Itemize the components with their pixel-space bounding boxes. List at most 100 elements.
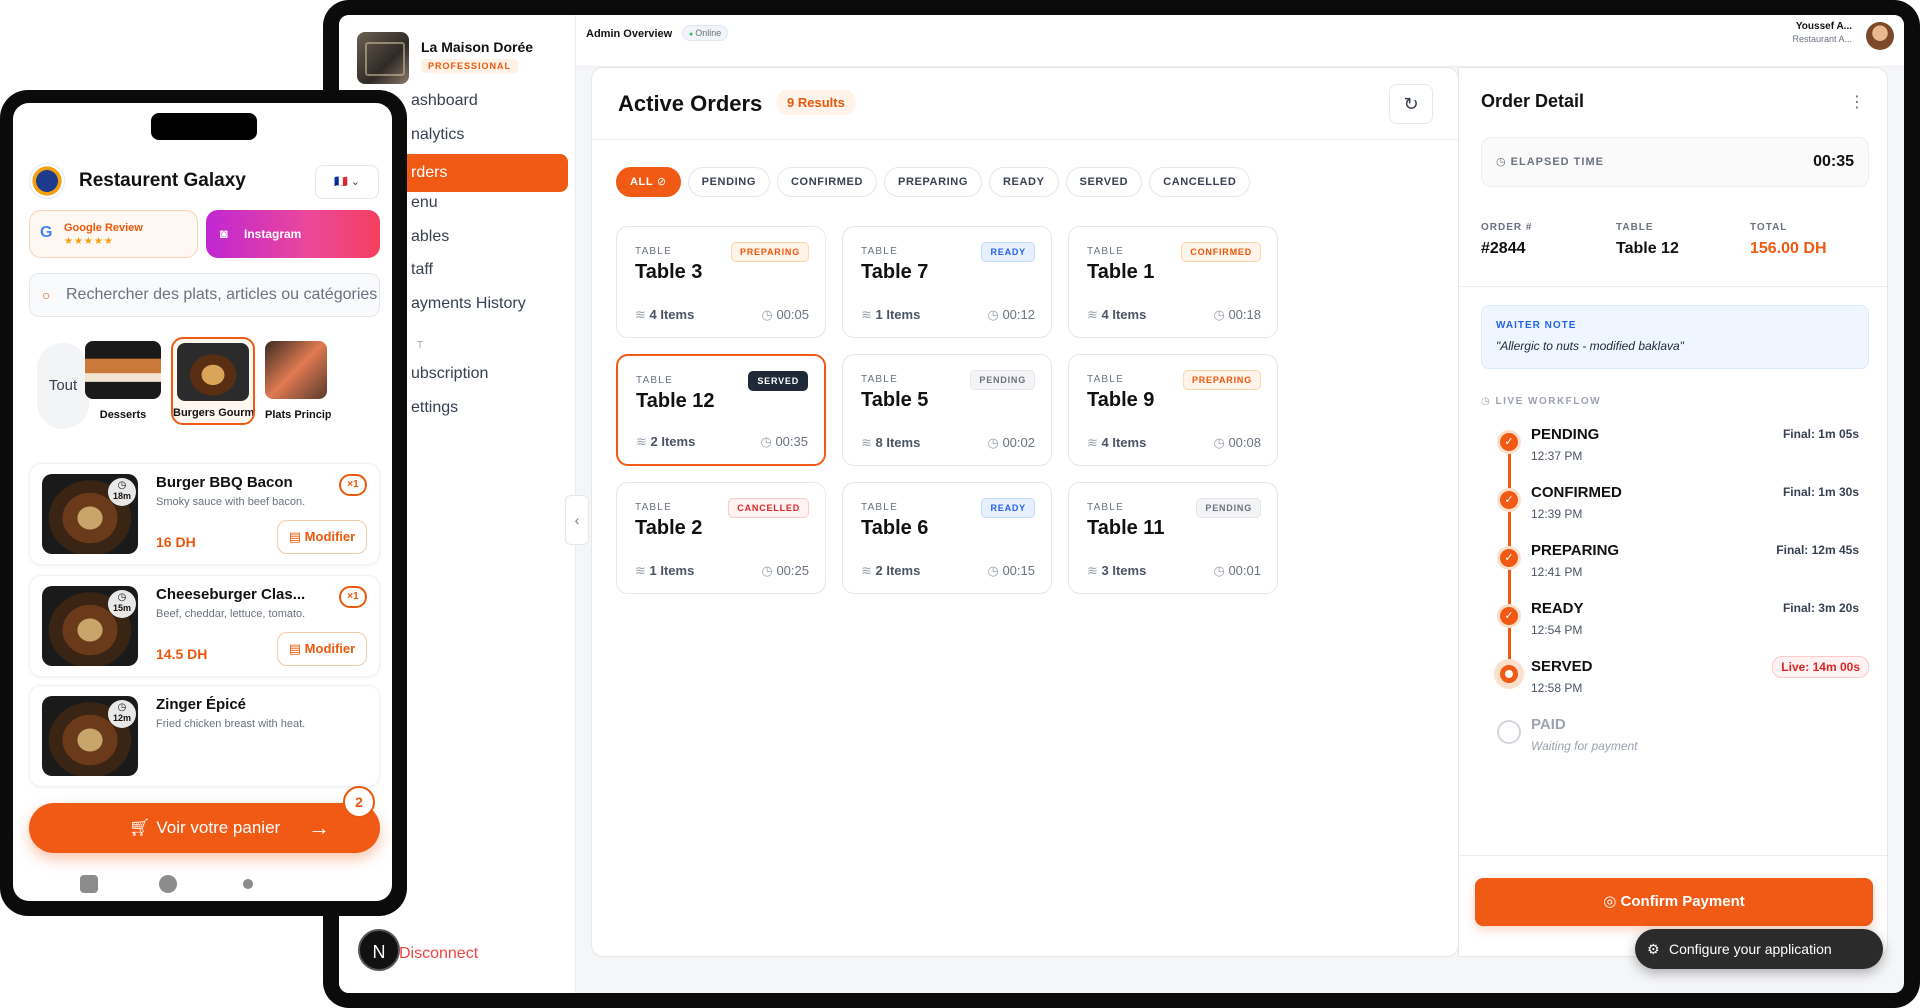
waiter-note-text: "Allergic to nuts - modified baklava" (1496, 339, 1684, 353)
menu-item-card[interactable]: 15m Cheeseburger Clas... Beef, cheddar, le… (29, 575, 380, 677)
items-count: 4 Items (635, 307, 695, 323)
status-dot-icon (1497, 662, 1521, 686)
google-review-button[interactable]: G Google Review ★★★★★ (29, 210, 198, 258)
restaurant-name: Restaurent Galaxy (79, 170, 246, 191)
quantity-badge: ×1 (339, 586, 367, 608)
filter-preparing[interactable]: PREPARING (884, 167, 982, 197)
status-badge: PREPARING (730, 242, 809, 262)
plan-badge: PROFESSIONAL (421, 59, 519, 73)
status-badge: CANCELLED (728, 498, 809, 518)
status-badge: Online (682, 25, 729, 41)
category-label: Burgers Gourmet (173, 407, 253, 419)
category-burgers-gourmet[interactable]: Burgers Gourmet (171, 337, 255, 425)
language-selector[interactable]: 🇫🇷 ⌄ (315, 165, 379, 199)
items-count: 1 Items (635, 563, 695, 579)
search-input[interactable]: ○ Rechercher des plats, articles ou caté… (29, 273, 380, 317)
table-name: Table 11 (1087, 517, 1165, 539)
items-count: 4 Items (1087, 307, 1147, 323)
view-cart-button[interactable]: 🛒︎ Voir votre panier → (29, 803, 380, 853)
order-card[interactable]: TABLE Table 7 READY 1 Items 00:12 (842, 226, 1052, 338)
user-menu[interactable]: Youssef A... Restaurant A... (1792, 21, 1852, 44)
modify-button[interactable]: Modifier (277, 632, 367, 666)
order-card[interactable]: TABLE Table 2 CANCELLED 1 Items 00:25 (616, 482, 826, 594)
divider (1459, 286, 1887, 287)
home-button[interactable] (159, 875, 177, 893)
check-circle-icon: ✓ (1497, 546, 1521, 570)
recent-apps-button[interactable] (80, 875, 98, 893)
filter-served[interactable]: SERVED (1065, 167, 1143, 197)
more-options-icon[interactable]: ⋮ (1849, 92, 1865, 112)
filter-pending[interactable]: PENDING (687, 167, 770, 197)
table-label: TABLE (635, 502, 672, 513)
workflow-step-time: 12:39 PM (1531, 507, 1583, 521)
search-placeholder: Rechercher des plats, articles ou catégo… (66, 286, 378, 303)
user-avatar-n[interactable]: N (358, 929, 400, 971)
order-card[interactable]: TABLE Table 9 PREPARING 4 Items 00:08 (1068, 354, 1278, 466)
configure-application-button[interactable]: Configure your application (1635, 929, 1883, 969)
confirm-payment-button[interactable]: Confirm Payment (1475, 878, 1873, 926)
order-card[interactable]: TABLE Table 6 READY 2 Items 00:15 (842, 482, 1052, 594)
workflow-step-time: 12:58 PM (1531, 681, 1583, 695)
status-dot-icon (1497, 720, 1521, 744)
status-badge: READY (981, 498, 1035, 518)
filter-confirmed[interactable]: CONFIRMED (777, 167, 878, 197)
items-count: 3 Items (1087, 563, 1147, 579)
order-card[interactable]: TABLE Table 12 SERVED 2 Items 00:35 (616, 354, 826, 466)
table-name: Table 5 (861, 389, 929, 411)
workflow-step-name: PENDING (1531, 426, 1600, 443)
workflow-step: SERVED 12:58 PM Live: 14m 00s (1493, 656, 1869, 710)
workflow-step: PAID Waiting for payment (1493, 716, 1869, 768)
order-timer: 00:35 (760, 434, 808, 450)
workflow-step: ✓ PREPARING 12:41 PM Final: 12m 45s (1493, 542, 1869, 594)
order-timer: 00:12 (987, 307, 1035, 323)
cart-count-badge: 2 (343, 786, 375, 818)
live-workflow-title: LIVE WORKFLOW (1481, 396, 1601, 407)
workflow-step-name: CONFIRMED (1531, 484, 1622, 501)
restaurant-logo (29, 163, 65, 199)
item-description: Smoky sauce with beef bacon. (156, 496, 306, 508)
elapsed-time-box: ELAPSED TIME 00:35 (1481, 137, 1869, 187)
prep-time-badge: 12m (108, 690, 136, 728)
orders-title: Active Orders (618, 91, 763, 116)
workflow-step-time: 12:41 PM (1531, 565, 1583, 579)
refresh-icon[interactable]: ↻ (1389, 84, 1433, 124)
item-description: Beef, cheddar, lettuce, tomato. (156, 608, 306, 620)
order-detail-panel: Order Detail ⋮ ELAPSED TIME 00:35 ORDER … (1458, 67, 1888, 957)
detail-title: Order Detail (1481, 91, 1585, 111)
table-label: TABLE (635, 246, 672, 257)
burgers-image (177, 343, 249, 401)
category-label: Desserts (99, 409, 147, 421)
order-timer: 00:05 (761, 307, 809, 323)
instagram-button[interactable]: Instagram (206, 210, 380, 258)
table-label: TABLE (1087, 502, 1124, 513)
filter-all[interactable]: ALL (616, 167, 681, 197)
back-button[interactable] (243, 879, 253, 889)
category-plats-principaux[interactable]: Plats Principaux (261, 337, 331, 425)
avatar[interactable] (1866, 22, 1894, 50)
status-badge: PREPARING (1182, 370, 1261, 390)
filter-ready[interactable]: READY (989, 167, 1059, 197)
category-desserts[interactable]: Desserts (81, 337, 165, 425)
order-card[interactable]: TABLE Table 3 PREPARING 4 Items 00:05 (616, 226, 826, 338)
cart-label: Voir votre panier (156, 818, 281, 837)
live-duration: Live: 14m 00s (1772, 656, 1869, 678)
table-name: Table 9 (1087, 389, 1155, 411)
orders-header: Active Orders 9 Results ↻ (592, 68, 1458, 140)
menu-item-card[interactable]: 12m Zinger Épicé Fried chicken breast with… (29, 685, 380, 787)
table-name: Table 1 (1087, 261, 1155, 283)
modify-button[interactable]: Modifier (277, 520, 367, 554)
top-bar: Admin Overview Online Youssef A... Resta… (576, 15, 1904, 67)
category-label: Plats Principaux (265, 409, 331, 421)
filter-cancelled[interactable]: CANCELLED (1149, 167, 1251, 197)
mobile-screen: Restaurent Galaxy 🇫🇷 ⌄ G Google Review ★… (13, 103, 392, 901)
item-name: Burger BBQ Bacon (156, 474, 293, 491)
order-card[interactable]: TABLE Table 1 CONFIRMED 4 Items 00:18 (1068, 226, 1278, 338)
order-card[interactable]: TABLE Table 11 PENDING 3 Items 00:01 (1068, 482, 1278, 594)
table-label: TABLE (861, 502, 898, 513)
final-duration: Final: 3m 20s (1782, 601, 1859, 615)
disconnect-button[interactable]: Disconnect (399, 945, 478, 963)
chevron-left-icon[interactable]: ‹ (565, 495, 589, 545)
order-card[interactable]: TABLE Table 5 PENDING 8 Items 00:02 (842, 354, 1052, 466)
menu-item-card[interactable]: 18m Burger BBQ Bacon Smoky sauce with beef… (29, 463, 380, 565)
final-duration: Final: 1m 05s (1782, 427, 1859, 441)
